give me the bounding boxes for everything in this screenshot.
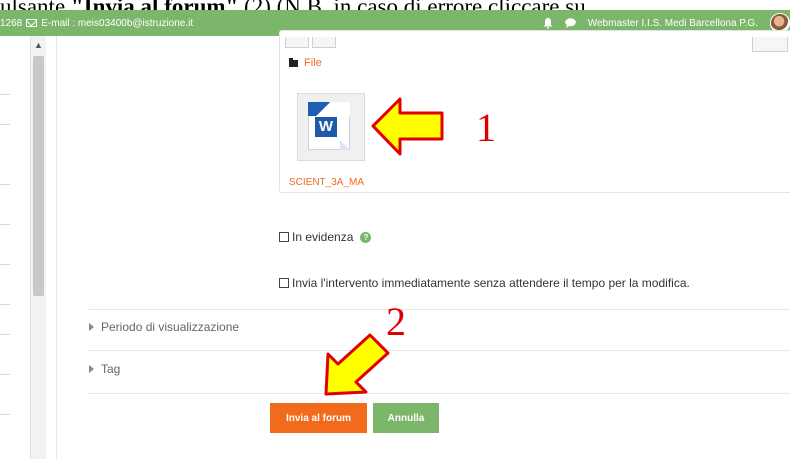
file-name[interactable]: SCIENT_3A_MA [289,177,369,188]
sidebar-scrollbar[interactable]: ▲ [30,36,46,459]
section-divider [89,393,790,394]
word-w-glyph: W [315,117,337,137]
section-display-period[interactable]: Periodo di visualizzazione [89,320,239,334]
section-tags[interactable]: Tag [89,362,120,376]
view-toggle-button[interactable] [752,37,788,52]
immediate-post-label: Invia l'intervento immediatamente senza … [292,276,690,290]
file-toolbar-button[interactable] [285,37,309,48]
scrollbar-thumb[interactable] [33,56,44,296]
annotation-arrow-1 [371,97,444,156]
folder-path[interactable]: File [289,57,322,69]
help-icon[interactable]: ? [360,231,372,243]
highlight-option[interactable]: In evidenza ? [279,230,372,244]
section-display-period-label[interactable]: Periodo di visualizzazione [101,320,239,334]
section-tags-label[interactable]: Tag [101,362,120,376]
word-doc-band [308,102,350,116]
immediate-post-checkbox[interactable] [279,278,289,288]
left-gutter [0,36,30,459]
highlight-checkbox[interactable] [279,232,289,242]
folder-label[interactable]: File [304,57,322,69]
gutter-tick [0,304,10,305]
folder-icon [289,57,298,67]
bell-icon[interactable] [543,17,553,29]
user-name[interactable]: Webmaster I.I.S. Medi Barcellona P.G. [588,18,758,29]
envelope-icon [26,19,38,27]
submit-forum-button[interactable]: Invia al forum [270,403,367,433]
chat-bubble-icon[interactable] [564,18,576,28]
file-toolbar-button[interactable] [312,37,336,48]
phone-fragment: 1268 [0,17,23,29]
scroll-up-arrow-icon[interactable]: ▲ [34,40,43,50]
content-divider [56,36,57,459]
gutter-tick [0,334,10,335]
gutter-tick [0,224,10,225]
cancel-button[interactable]: Annulla [373,403,439,433]
annotation-number-1: 1 [476,105,496,150]
highlight-label: In evidenza [292,230,354,244]
gutter-tick [0,184,10,185]
expand-triangle-icon [89,323,94,331]
gutter-tick [0,374,10,375]
annotation-arrow-2 [324,333,390,396]
gutter-tick [0,124,10,125]
annotation-number-2: 2 [386,299,406,344]
file-thumbnail[interactable]: W [297,93,365,161]
file-manager-box: File W SCIENT_3A_MA [279,30,790,193]
section-divider [89,350,790,351]
gutter-tick [0,94,10,95]
gutter-tick [0,264,10,265]
expand-triangle-icon [89,365,94,373]
word-document-icon: W [308,102,350,150]
gutter-tick [0,414,10,415]
contact-email[interactable]: E-mail : meis03400b@istruzione.it [41,18,193,29]
word-doc-fold [340,140,350,150]
contact-info: 1268 E-mail : meis03400b@istruzione.it [0,18,193,29]
immediate-post-option[interactable]: Invia l'intervento immediatamente senza … [279,276,690,290]
section-divider [89,309,790,310]
